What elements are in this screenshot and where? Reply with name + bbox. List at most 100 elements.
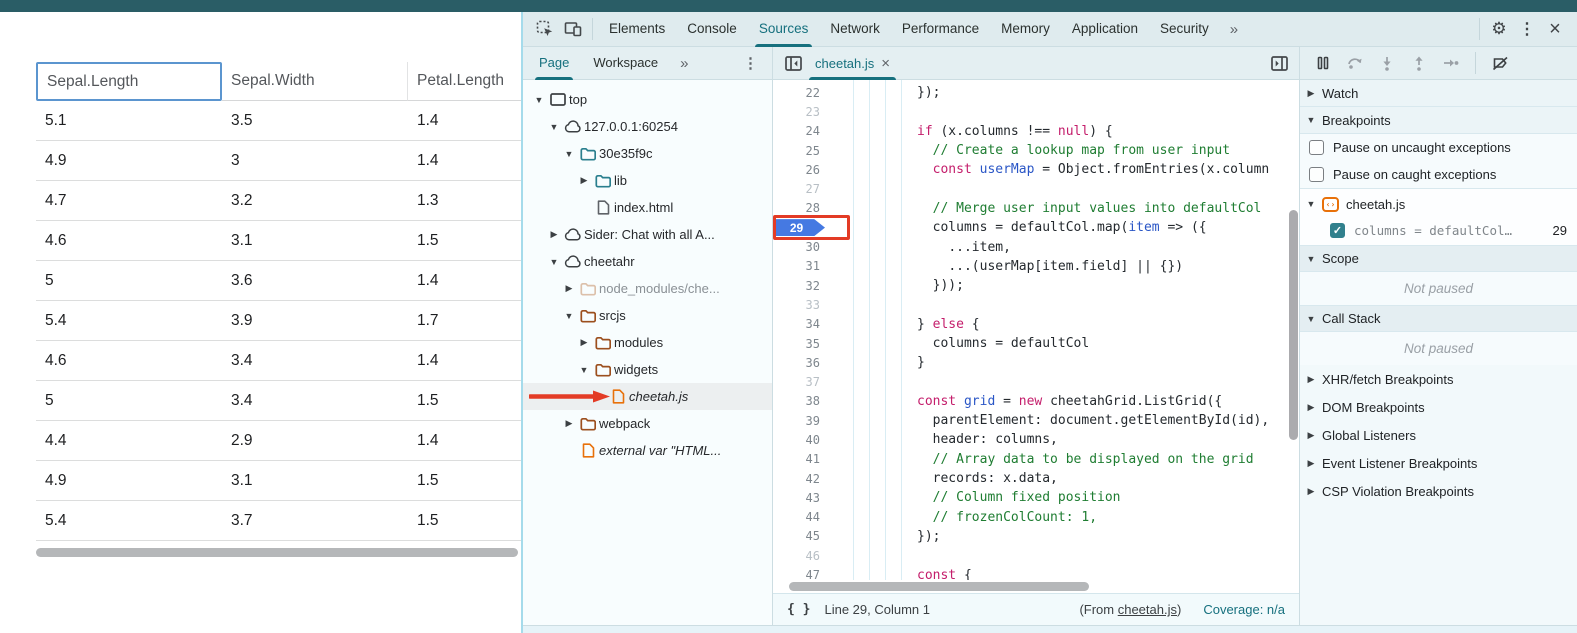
coverage-link[interactable]: Coverage: n/a bbox=[1203, 602, 1285, 617]
caret-right-icon[interactable]: ▶ bbox=[576, 337, 592, 348]
page-horizontal-scrollbar[interactable] bbox=[36, 548, 518, 557]
line-number[interactable]: 38 bbox=[773, 394, 829, 408]
code-text[interactable]: ...(userMap[item.field] || {}) bbox=[829, 259, 1183, 274]
checkbox-row-pause-on-caught-exceptions[interactable]: Pause on caught exceptions bbox=[1300, 161, 1577, 188]
table-cell[interactable]: 4.6 bbox=[36, 341, 222, 380]
checkbox[interactable] bbox=[1309, 140, 1324, 155]
line-number[interactable]: 47 bbox=[773, 568, 829, 580]
tab-performance[interactable]: Performance bbox=[891, 12, 990, 47]
table-cell[interactable]: 1.4 bbox=[408, 141, 521, 180]
line-number[interactable]: 42 bbox=[773, 472, 829, 486]
section-scope[interactable]: ▼ Scope bbox=[1300, 245, 1577, 272]
caret-right-icon[interactable]: ▶ bbox=[561, 283, 577, 294]
table-cell[interactable]: 1.4 bbox=[408, 341, 521, 380]
line-number[interactable]: 35 bbox=[773, 337, 829, 351]
line-number[interactable]: 24 bbox=[773, 124, 829, 138]
code-text[interactable]: // frozenColCount: 1, bbox=[829, 510, 1097, 525]
table-cell[interactable]: 1.4 bbox=[408, 261, 521, 300]
table-cell[interactable]: 2.9 bbox=[222, 421, 408, 460]
code-text[interactable]: }); bbox=[829, 85, 940, 100]
table-cell[interactable]: 3 bbox=[222, 141, 408, 180]
table-cell[interactable]: 3.1 bbox=[222, 461, 408, 500]
table-cell[interactable]: 1.5 bbox=[408, 381, 521, 420]
table-cell[interactable]: 1.3 bbox=[408, 181, 521, 220]
line-number[interactable]: 26 bbox=[773, 163, 829, 177]
column-header-sepal-length[interactable]: Sepal.Length bbox=[36, 62, 222, 101]
navigator-menu-icon[interactable]: ⋮ bbox=[733, 54, 768, 72]
tree-item-node-modules-che[interactable]: ▶node_modules/che... bbox=[523, 275, 772, 302]
tab-workspace[interactable]: Workspace bbox=[581, 47, 670, 80]
caret-right-icon[interactable]: ▶ bbox=[576, 175, 592, 186]
caret-down-icon[interactable]: ▼ bbox=[561, 311, 577, 321]
line-number[interactable]: 40 bbox=[773, 433, 829, 447]
line-number[interactable]: 31 bbox=[773, 259, 829, 273]
line-number[interactable]: 36 bbox=[773, 356, 829, 370]
line-number[interactable]: 46 bbox=[773, 549, 829, 563]
pause-script-execution-icon[interactable] bbox=[1310, 50, 1336, 76]
code-text[interactable]: // Array data to be displayed on the gri… bbox=[829, 452, 1254, 467]
code-text[interactable]: if (x.columns !== null) { bbox=[829, 124, 1113, 139]
column-header-sepal-width[interactable]: Sepal.Width bbox=[222, 62, 408, 101]
pretty-print-icon[interactable]: { } bbox=[787, 602, 810, 617]
section-dom-breakpoints[interactable]: ▶DOM Breakpoints bbox=[1300, 393, 1577, 421]
caret-right-icon[interactable]: ▶ bbox=[561, 418, 577, 429]
table-cell[interactable]: 4.6 bbox=[36, 221, 222, 260]
checkbox[interactable] bbox=[1309, 167, 1324, 182]
code-text[interactable]: columns = defaultCol.map(item => ({ bbox=[829, 220, 1207, 235]
code-text[interactable]: } else { bbox=[829, 317, 980, 332]
inspect-element-icon[interactable] bbox=[531, 15, 559, 43]
line-number[interactable]: 45 bbox=[773, 529, 829, 543]
navigator-more-tabs-chevron-icon[interactable]: » bbox=[670, 55, 698, 72]
tree-item-30e35f9c[interactable]: ▼30e35f9c bbox=[523, 140, 772, 167]
line-number[interactable]: 22 bbox=[773, 86, 829, 100]
table-cell[interactable]: 1.4 bbox=[408, 421, 521, 460]
line-number[interactable]: 32 bbox=[773, 279, 829, 293]
tab-console[interactable]: Console bbox=[676, 12, 748, 47]
deactivate-breakpoints-icon[interactable] bbox=[1487, 50, 1513, 76]
caret-down-icon[interactable]: ▼ bbox=[546, 257, 562, 267]
line-number[interactable]: 39 bbox=[773, 414, 829, 428]
tree-item-webpack[interactable]: ▶webpack bbox=[523, 410, 772, 437]
table-cell[interactable]: 1.4 bbox=[408, 101, 521, 140]
more-tabs-chevron-icon[interactable]: » bbox=[1220, 21, 1248, 38]
code-text[interactable]: // Create a lookup map from user input bbox=[829, 143, 1230, 158]
section-xhr-fetch-breakpoints[interactable]: ▶XHR/fetch Breakpoints bbox=[1300, 365, 1577, 393]
caret-down-icon[interactable]: ▼ bbox=[531, 95, 547, 105]
tree-item-widgets[interactable]: ▼widgets bbox=[523, 356, 772, 383]
step-icon[interactable] bbox=[1438, 50, 1464, 76]
breakpoint-file-row[interactable]: ▼ ‹› cheetah.js bbox=[1300, 191, 1577, 217]
table-cell[interactable]: 5.4 bbox=[36, 301, 222, 340]
close-tab-icon[interactable]: × bbox=[881, 55, 890, 72]
table-cell[interactable]: 3.9 bbox=[222, 301, 408, 340]
line-number[interactable]: 23 bbox=[773, 105, 829, 119]
code-text[interactable]: const grid = new cheetahGrid.ListGrid({ bbox=[829, 394, 1222, 409]
source-map-link[interactable]: cheetah.js bbox=[1118, 602, 1177, 617]
table-cell[interactable]: 5 bbox=[36, 381, 222, 420]
tab-application[interactable]: Application bbox=[1061, 12, 1149, 47]
table-cell[interactable]: 4.4 bbox=[36, 421, 222, 460]
tree-item-index-html[interactable]: index.html bbox=[523, 194, 772, 221]
section-global-listeners[interactable]: ▶Global Listeners bbox=[1300, 421, 1577, 449]
code-text[interactable]: records: x.data, bbox=[829, 471, 1058, 486]
table-cell[interactable]: 5.1 bbox=[36, 101, 222, 140]
tab-network[interactable]: Network bbox=[819, 12, 891, 47]
hide-navigator-panel-icon[interactable] bbox=[779, 49, 807, 77]
line-number[interactable]: 28 bbox=[773, 201, 829, 215]
code-text[interactable]: ...item, bbox=[829, 240, 1011, 255]
step-into-icon[interactable] bbox=[1374, 50, 1400, 76]
tab-security[interactable]: Security bbox=[1149, 12, 1220, 47]
tree-item-external-var-html[interactable]: external var "HTML... bbox=[523, 437, 772, 464]
table-cell[interactable]: 5 bbox=[36, 261, 222, 300]
tree-item-cheetah-js[interactable]: cheetah.js bbox=[523, 383, 772, 410]
code-text[interactable]: columns = defaultCol bbox=[829, 336, 1089, 351]
section-breakpoints[interactable]: ▼ Breakpoints bbox=[1300, 107, 1577, 134]
line-number[interactable]: 43 bbox=[773, 491, 829, 505]
line-number[interactable]: 37 bbox=[773, 375, 829, 389]
table-cell[interactable]: 4.9 bbox=[36, 461, 222, 500]
tab-page[interactable]: Page bbox=[527, 47, 581, 80]
section-event-listener-breakpoints[interactable]: ▶Event Listener Breakpoints bbox=[1300, 449, 1577, 477]
close-devtools-icon[interactable]: × bbox=[1541, 15, 1569, 43]
code-text[interactable]: }); bbox=[829, 529, 940, 544]
breakpoint-entry[interactable]: ✓ columns = defaultCol… 29 bbox=[1300, 217, 1577, 243]
device-toolbar-icon[interactable] bbox=[559, 15, 587, 43]
